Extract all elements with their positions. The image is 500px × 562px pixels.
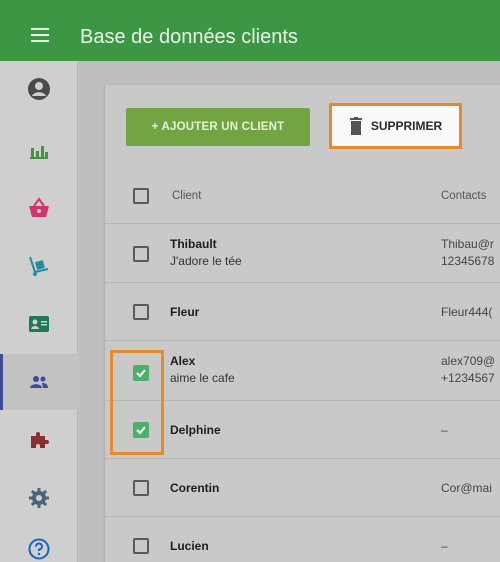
hand-truck-icon: [29, 256, 49, 276]
table-row[interactable]: Delphine –: [105, 401, 500, 459]
client-note: aime le cafe: [170, 371, 235, 385]
client-name: Fleur: [170, 305, 200, 319]
table-row[interactable]: Fleur Fleur444(: [105, 283, 500, 341]
table-row[interactable]: Alex aime le cafe alex709@ +1234567: [105, 341, 500, 401]
client-contact-email: Thibau@r: [441, 237, 494, 251]
table-row[interactable]: Thibault J'adore le tée Thibau@r 1234567…: [105, 224, 500, 283]
client-name: Corentin: [170, 481, 220, 495]
client-name: Delphine: [170, 423, 221, 437]
sidebar-item-products[interactable]: [0, 238, 78, 294]
sidebar-item-customers[interactable]: [0, 354, 78, 410]
client-note: J'adore le tée: [170, 254, 242, 268]
sidebar-item-contacts[interactable]: [0, 296, 78, 352]
client-contact-email: Cor@mai: [441, 481, 492, 495]
client-contact-phone: 12345678: [441, 254, 495, 268]
add-client-button[interactable]: + AJOUTER UN CLIENT: [126, 108, 310, 146]
select-all-checkbox[interactable]: [133, 188, 149, 204]
people-icon: [30, 376, 48, 388]
sidebar-item-orders[interactable]: [0, 180, 78, 236]
sidebar-item-help[interactable]: [0, 521, 78, 562]
hamburger-icon[interactable]: [31, 28, 49, 42]
delete-button[interactable]: SUPPRIMER: [329, 103, 462, 149]
table-header: Client Contacts: [105, 169, 500, 224]
client-contact-phone: +1234567: [441, 371, 495, 385]
client-contact-email: alex709@: [441, 354, 496, 368]
row-checkbox[interactable]: [133, 538, 149, 554]
delete-button-label: SUPPRIMER: [370, 119, 443, 133]
column-header-contacts: Contacts: [441, 190, 487, 202]
help-circle-icon: [28, 538, 50, 560]
column-header-client: Client: [172, 190, 202, 202]
shopping-basket-icon: [29, 197, 49, 217]
contact-card-icon: [29, 316, 49, 332]
row-checkbox[interactable]: [133, 480, 149, 496]
sidebar-item-account[interactable]: [0, 61, 78, 117]
puzzle-icon: [31, 432, 49, 448]
row-checkbox[interactable]: [133, 304, 149, 320]
gear-icon: [29, 488, 49, 508]
row-checkbox[interactable]: [133, 246, 149, 262]
sidebar: [0, 61, 78, 562]
client-name: Thibault: [170, 237, 217, 251]
client-contact-email: Fleur444(: [441, 305, 493, 319]
app-header: Base de données clients: [0, 0, 500, 61]
selection-highlight: [110, 350, 164, 455]
sidebar-item-settings[interactable]: [0, 470, 78, 526]
sidebar-item-statistics[interactable]: [0, 122, 78, 178]
client-name: Lucien: [170, 539, 209, 553]
client-contact-email: –: [441, 539, 448, 553]
app-title: Base de données clients: [80, 26, 298, 48]
sidebar-item-extensions[interactable]: [0, 412, 78, 468]
customer-list-card: + AJOUTER UN CLIENT SUPPRIMER Client Con…: [105, 85, 500, 562]
bar-chart-icon: [30, 146, 48, 159]
client-name: Alex: [170, 354, 196, 368]
table-row[interactable]: Lucien –: [105, 517, 500, 562]
account-circle-icon: [28, 78, 50, 100]
trash-icon: [349, 117, 362, 135]
main-content: + AJOUTER UN CLIENT SUPPRIMER Client Con…: [79, 61, 500, 562]
client-contact-email: –: [441, 423, 448, 437]
table-row[interactable]: Corentin Cor@mai: [105, 459, 500, 517]
